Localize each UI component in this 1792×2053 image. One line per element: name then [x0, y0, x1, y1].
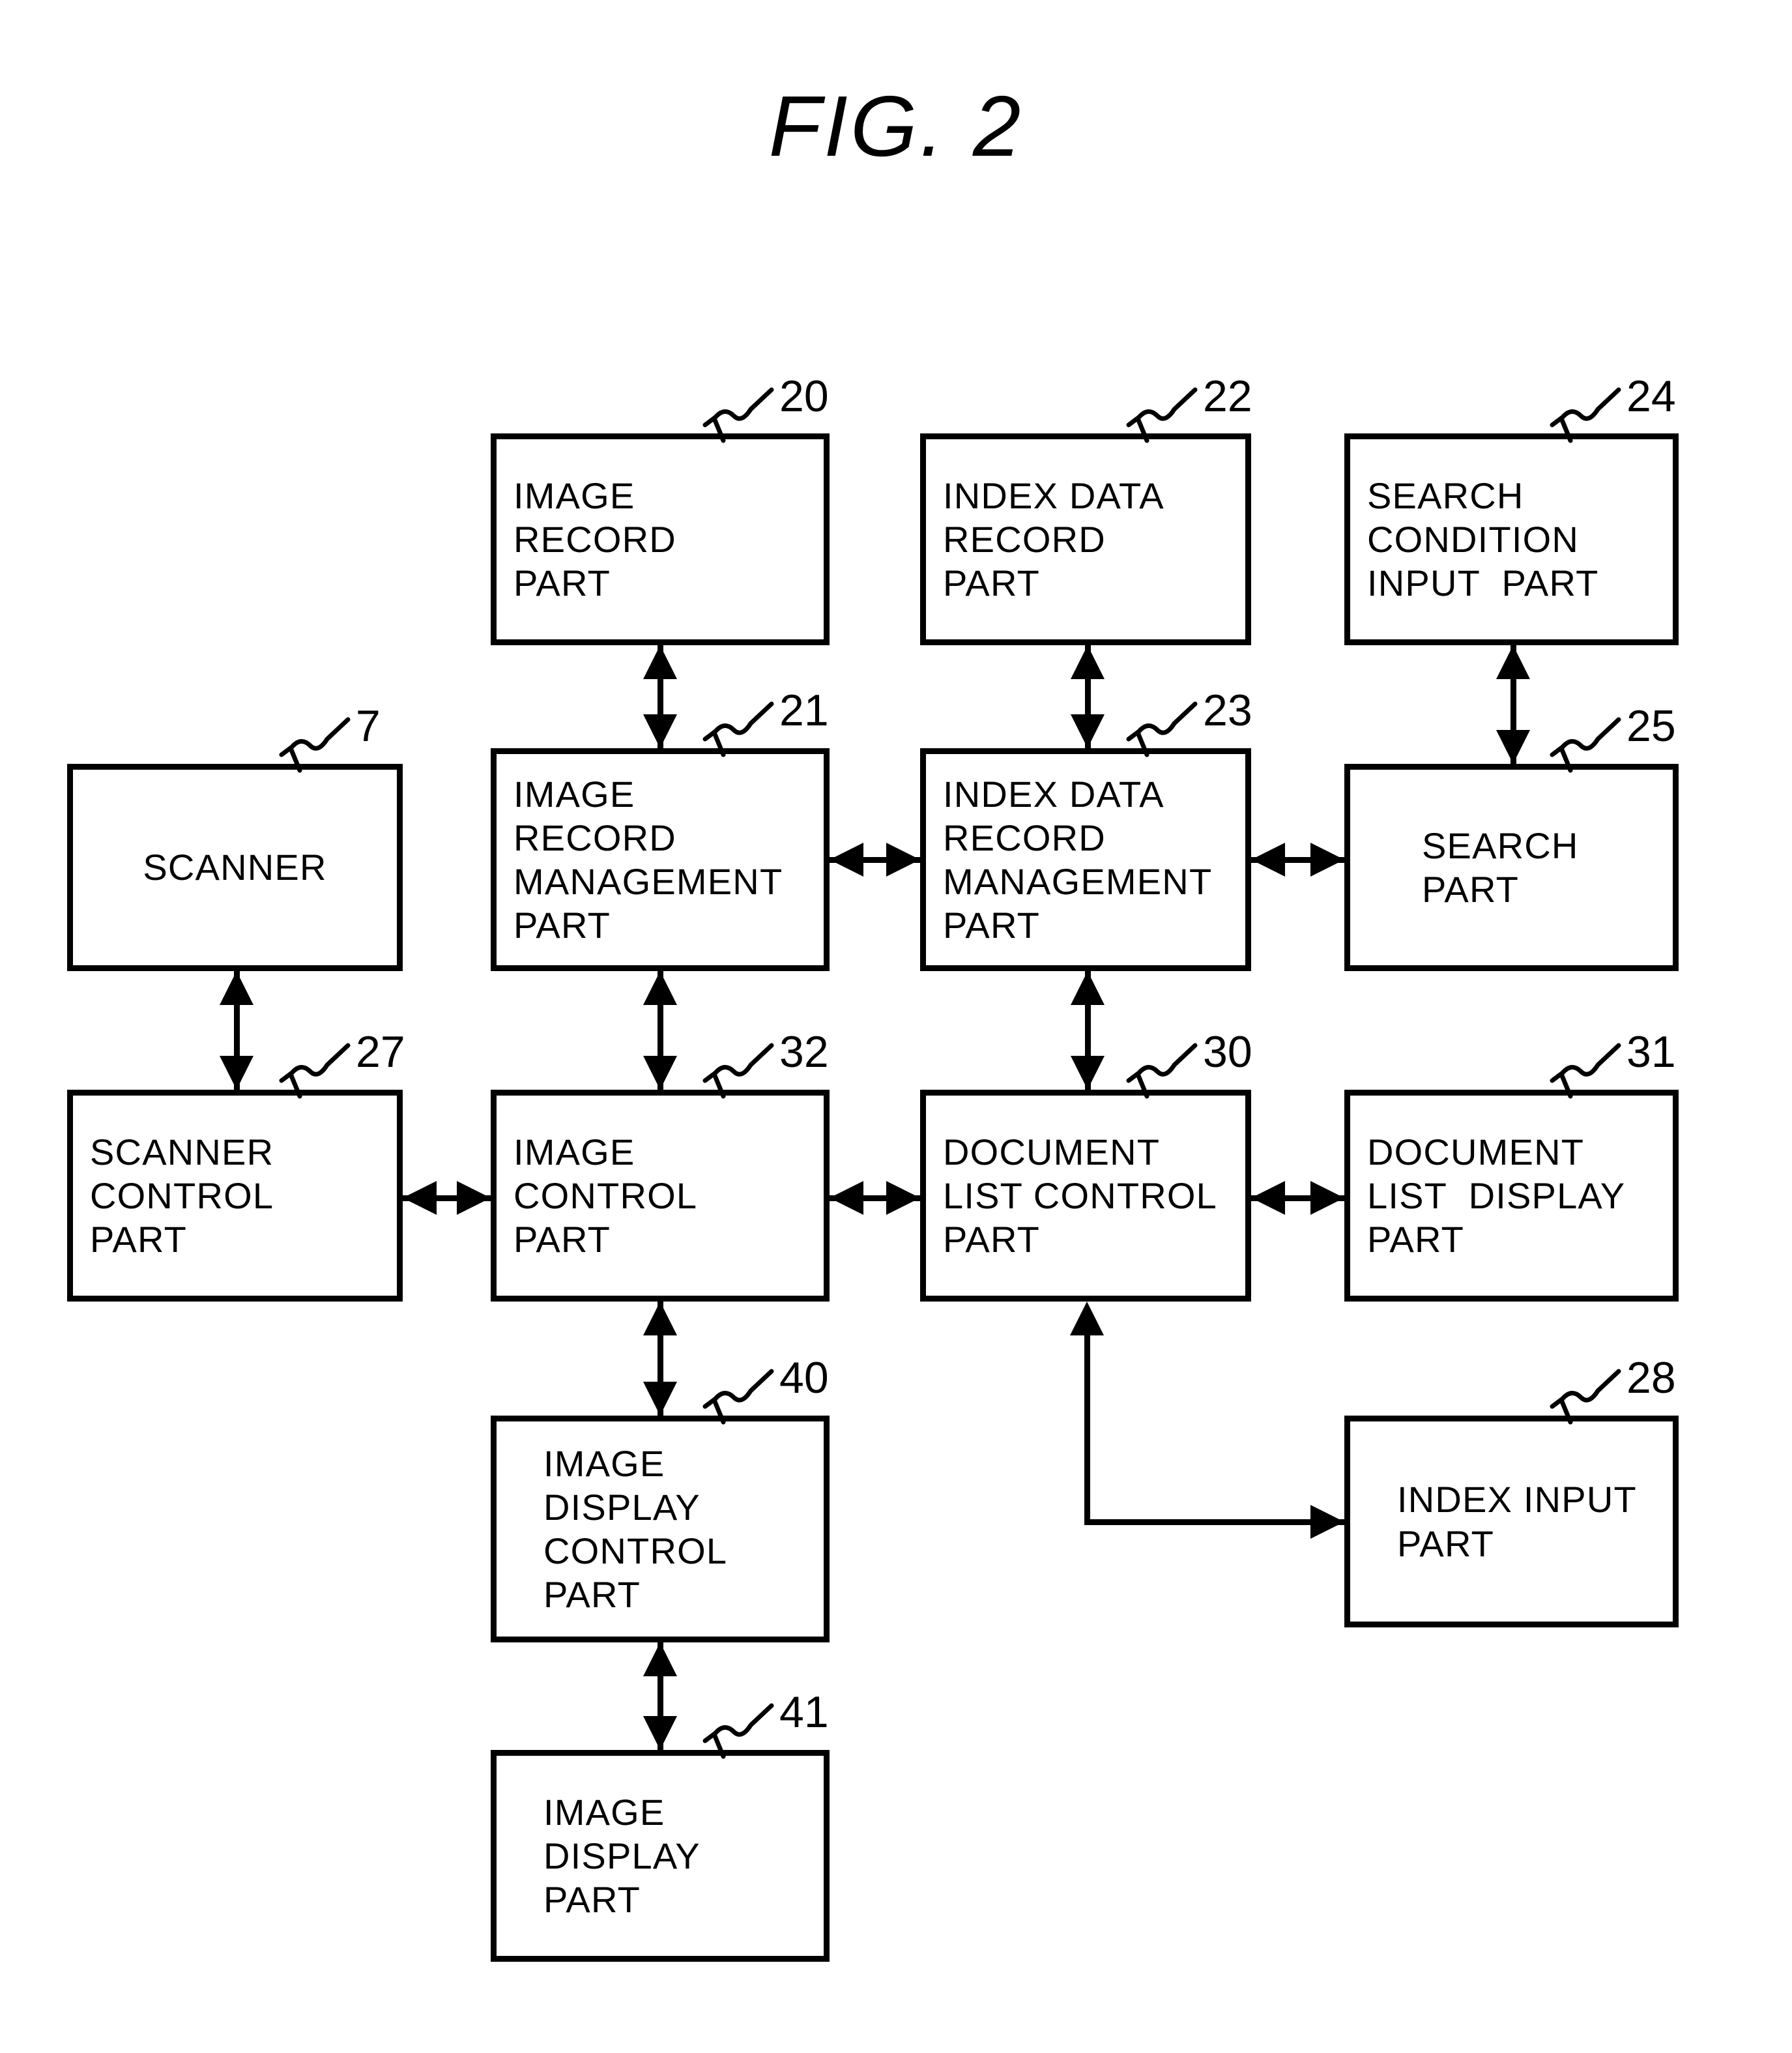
block-image-record-part: IMAGE RECORD PART: [491, 433, 830, 645]
block-scanner: SCANNER: [67, 764, 403, 971]
arrowhead-down: [643, 714, 677, 748]
reference-numeral-21: 21: [779, 686, 829, 735]
leader-line-7: [279, 717, 351, 773]
arrowhead-right: [457, 1181, 491, 1215]
reference-numeral-27: 27: [356, 1027, 405, 1077]
arrowhead-down: [643, 1382, 677, 1416]
arrowhead-up: [220, 971, 253, 1005]
arrowhead-up: [643, 971, 677, 1005]
arrowhead-left: [1251, 843, 1285, 877]
block-label: DOCUMENT LIST DISPLAY PART: [1367, 1131, 1626, 1260]
connector-30-28-vertical: [1084, 1330, 1090, 1525]
block-label: SEARCH PART: [1422, 824, 1579, 910]
reference-numeral-23: 23: [1203, 686, 1252, 735]
leader-line-30: [1126, 1043, 1198, 1099]
block-label: IMAGE DISPLAY CONTROL PART: [543, 1442, 728, 1616]
reference-numeral-41: 41: [779, 1687, 829, 1737]
block-label: SCANNER CONTROL PART: [90, 1131, 274, 1260]
block-image-record-management-part: IMAGE RECORD MANAGEMENT PART: [491, 748, 830, 971]
leader-line-24: [1550, 387, 1621, 443]
block-index-input-part: INDEX INPUT PART: [1344, 1416, 1679, 1627]
arrowhead-down: [643, 1716, 677, 1750]
block-label: INDEX DATA RECORD MANAGEMENT PART: [943, 773, 1213, 946]
block-label: DOCUMENT LIST CONTROL PART: [943, 1131, 1218, 1260]
arrowhead-right: [1310, 1505, 1344, 1539]
arrowhead-down: [1071, 1056, 1105, 1090]
arrowhead-up: [1071, 645, 1105, 679]
arrowhead-down: [1496, 730, 1530, 764]
leader-line-31: [1550, 1043, 1621, 1099]
arrowhead-up: [1496, 645, 1530, 679]
reference-numeral-22: 22: [1203, 371, 1252, 421]
reference-numeral-28: 28: [1626, 1353, 1676, 1403]
reference-numeral-30: 30: [1203, 1027, 1252, 1077]
arrowhead-down: [220, 1056, 253, 1090]
block-label: SCANNER: [143, 847, 327, 888]
block-label: SEARCH CONDITION INPUT PART: [1367, 474, 1599, 604]
arrowhead-up: [1071, 971, 1105, 1005]
reference-numeral-24: 24: [1626, 371, 1676, 421]
block-search-part: SEARCH PART: [1344, 764, 1679, 971]
block-image-display-control-part: IMAGE DISPLAY CONTROL PART: [491, 1416, 830, 1642]
arrowhead-right: [1310, 1181, 1344, 1215]
reference-numeral-7: 7: [356, 701, 381, 751]
arrowhead-right: [886, 843, 920, 877]
block-image-control-part: IMAGE CONTROL PART: [491, 1090, 830, 1302]
arrowhead-down: [643, 1056, 677, 1090]
reference-numeral-32: 32: [779, 1027, 829, 1077]
block-label: IMAGE DISPLAY PART: [543, 1791, 701, 1921]
arrowhead-left: [1251, 1181, 1285, 1215]
arrowhead-up: [643, 1642, 677, 1676]
block-scanner-control-part: SCANNER CONTROL PART: [67, 1090, 403, 1302]
block-label: IMAGE RECORD PART: [513, 474, 676, 604]
block-label: INDEX INPUT PART: [1397, 1479, 1637, 1564]
block-image-display-part: IMAGE DISPLAY PART: [491, 1750, 830, 1962]
arrowhead-up: [643, 645, 677, 679]
block-index-data-record-management-part: INDEX DATA RECORD MANAGEMENT PART: [920, 748, 1251, 971]
leader-line-41: [702, 1703, 774, 1759]
arrowhead-up: [1070, 1302, 1104, 1335]
block-document-list-display-part: DOCUMENT LIST DISPLAY PART: [1344, 1090, 1679, 1302]
block-index-data-record-part: INDEX DATA RECORD PART: [920, 433, 1251, 645]
figure-title: FIG. 2: [768, 78, 1024, 174]
reference-numeral-20: 20: [779, 371, 829, 421]
block-search-condition-input-part: SEARCH CONDITION INPUT PART: [1344, 433, 1679, 645]
block-document-list-control-part: DOCUMENT LIST CONTROL PART: [920, 1090, 1251, 1302]
leader-line-40: [702, 1369, 774, 1425]
arrowhead-right: [1310, 843, 1344, 877]
arrowhead-right: [886, 1181, 920, 1215]
block-label: IMAGE CONTROL PART: [513, 1131, 698, 1260]
reference-numeral-31: 31: [1626, 1027, 1676, 1077]
leader-line-20: [702, 387, 774, 443]
leader-line-25: [1550, 717, 1621, 773]
arrowhead-left: [403, 1181, 437, 1215]
leader-line-23: [1126, 701, 1198, 757]
block-label: INDEX DATA RECORD PART: [943, 474, 1164, 604]
leader-line-32: [702, 1043, 774, 1099]
arrowhead-up: [643, 1302, 677, 1335]
arrowhead-left: [830, 843, 863, 877]
figure-canvas: FIG. 2 IMAGE RECORD PART INDEX DATA RECO…: [0, 0, 1792, 2053]
block-label: IMAGE RECORD MANAGEMENT PART: [513, 773, 783, 946]
leader-line-21: [702, 701, 774, 757]
connector-30-28-horizontal: [1084, 1519, 1344, 1525]
leader-line-27: [279, 1043, 351, 1099]
leader-line-22: [1126, 387, 1198, 443]
reference-numeral-25: 25: [1626, 701, 1676, 751]
reference-numeral-40: 40: [779, 1353, 829, 1403]
leader-line-28: [1550, 1369, 1621, 1425]
arrowhead-down: [1071, 714, 1105, 748]
arrowhead-left: [830, 1181, 863, 1215]
